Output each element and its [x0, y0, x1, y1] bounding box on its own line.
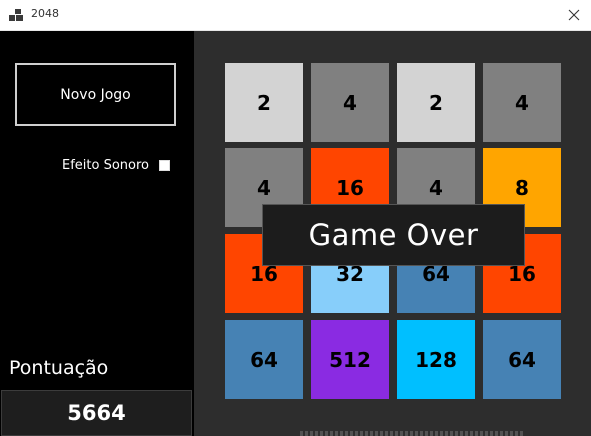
tile: 512: [311, 320, 389, 399]
sound-effect-label: Efeito Sonoro: [62, 157, 149, 173]
tile: 2: [397, 63, 475, 142]
sound-toggle-row[interactable]: Efeito Sonoro: [62, 157, 170, 173]
footer-hint: [300, 431, 525, 436]
tile: 64: [225, 320, 303, 399]
sound-effect-checkbox[interactable]: [159, 159, 170, 171]
tile: 4: [311, 63, 389, 142]
tile: 128: [397, 320, 475, 399]
tiles-app-icon: [9, 9, 23, 21]
close-icon: [568, 9, 580, 21]
game-over-overlay: Game Over: [262, 204, 525, 266]
score-label: Pontuação: [9, 357, 109, 379]
score-value: 5664: [1, 390, 192, 436]
window-title: 2048: [31, 7, 59, 20]
close-button[interactable]: [557, 0, 591, 30]
title-bar: 2048: [0, 0, 591, 31]
tile: 4: [483, 63, 561, 142]
tile: 64: [483, 320, 561, 399]
new-game-button[interactable]: Novo Jogo: [15, 63, 176, 126]
sidebar: Novo Jogo Efeito Sonoro Pontuação 5664: [0, 31, 194, 436]
tile: 2: [225, 63, 303, 142]
